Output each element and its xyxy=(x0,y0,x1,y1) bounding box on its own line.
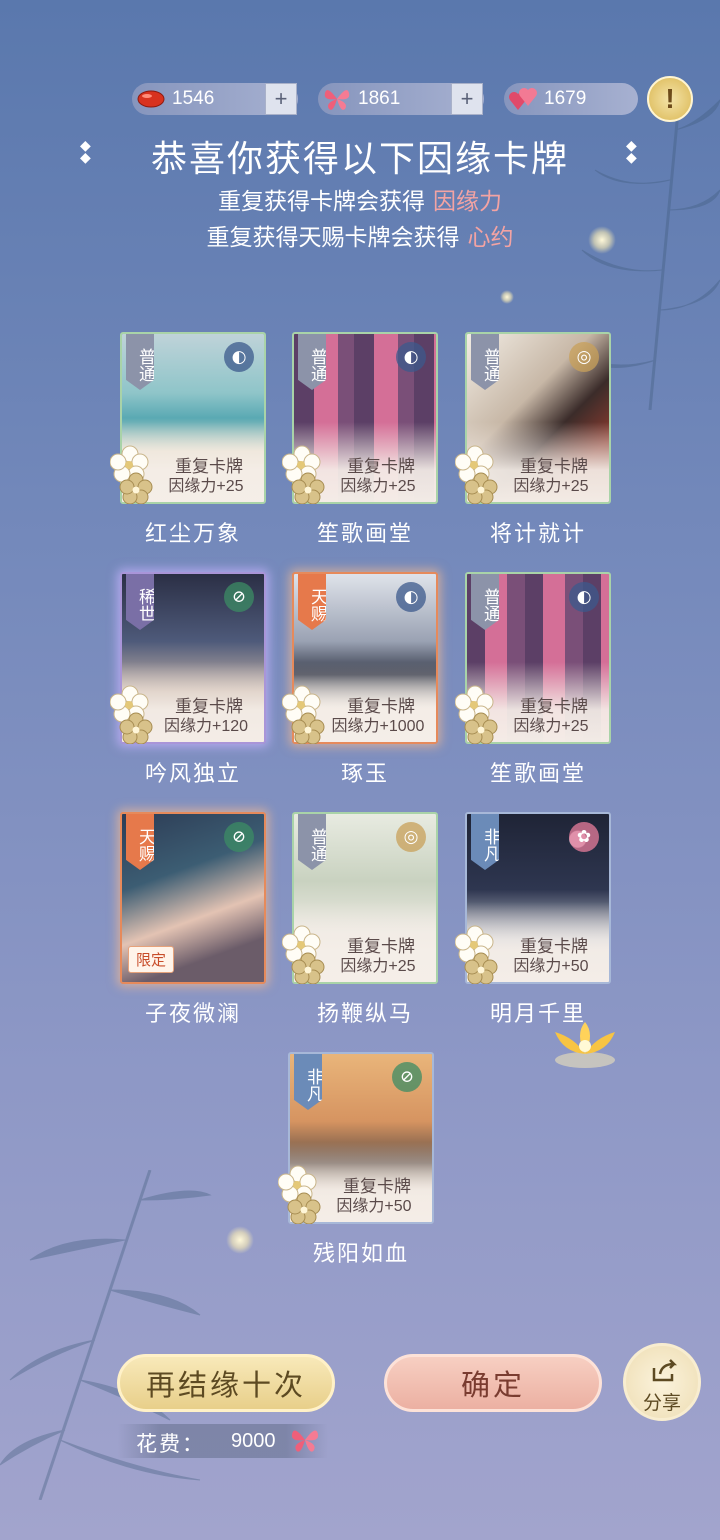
card-name: 笙歌画堂 xyxy=(316,522,413,547)
card-rarity-tag: 普通 xyxy=(298,334,326,390)
card-rarity-tag: 普通 xyxy=(298,814,326,870)
limited-badge: 限定 xyxy=(128,946,175,973)
card-name: 红尘万象 xyxy=(144,522,241,547)
card-rarity-tag: 稀世 xyxy=(126,574,154,630)
currency-butterfly: 1861 + xyxy=(318,83,484,115)
plum-icon: ✿ xyxy=(569,822,599,852)
card-name: 残阳如血 xyxy=(312,1242,409,1267)
flower-icon xyxy=(282,685,325,744)
duplicate-reward: 因缘力+25 xyxy=(168,478,244,495)
card-name: 吟风独立 xyxy=(144,762,241,787)
card-frame: 天赐 ⊘ 限定 xyxy=(120,812,266,984)
share-button[interactable]: 分享 xyxy=(623,1343,701,1421)
share-label: 分享 xyxy=(642,1392,681,1414)
fan-icon: ◐ xyxy=(569,582,599,612)
flower-icon xyxy=(282,925,325,984)
butterfly-icon xyxy=(291,1430,319,1452)
card-item[interactable]: 普通 ◐ 重复卡牌 因缘力+25 笙歌画堂 xyxy=(455,572,611,787)
card-name: 将计就计 xyxy=(489,522,586,547)
add-red-gem-button[interactable]: + xyxy=(265,83,297,115)
coin-icon: ◎ xyxy=(569,342,599,372)
card-item[interactable]: 天赐 ⊘ 限定子夜微澜 xyxy=(120,812,266,1027)
card-rarity-tag: 天赐 xyxy=(298,574,326,630)
subtitle-highlight: 因缘力 xyxy=(433,189,502,215)
card-rarity-tag: 普通 xyxy=(471,334,499,390)
flower-icon xyxy=(455,685,498,744)
flower-icon xyxy=(110,685,153,744)
card-item[interactable]: 天赐 ◐ 重复卡牌 因缘力+1000 琢玉 xyxy=(282,572,438,787)
cost-value: 9000 xyxy=(231,1430,276,1452)
currency-red-gem: 1546 + xyxy=(132,83,298,115)
jade-icon: ⊘ xyxy=(224,822,254,852)
duplicate-reward: 因缘力+50 xyxy=(513,958,589,975)
flower-icon xyxy=(455,925,498,984)
light-sparkle xyxy=(500,290,514,304)
duplicate-reward: 因缘力+25 xyxy=(340,478,416,495)
subtitle-line-1: 重复获得卡牌会获得 因缘力 xyxy=(218,189,502,215)
duplicate-reward: 因缘力+50 xyxy=(336,1198,412,1215)
card-name: 扬鞭纵马 xyxy=(316,1002,413,1027)
flower-icon xyxy=(282,445,325,504)
card-item[interactable]: 普通 ◐ 重复卡牌 因缘力+25 红尘万象 xyxy=(110,332,266,547)
red-gem-icon xyxy=(136,84,166,114)
info-button[interactable]: ! xyxy=(647,76,693,122)
flower-icon xyxy=(455,445,498,504)
share-icon xyxy=(652,1359,678,1382)
subtitle-highlight: 心约 xyxy=(467,225,514,251)
draw-ten-again-button[interactable]: 再结缘十次 xyxy=(117,1354,335,1412)
flower-icon xyxy=(110,445,153,504)
card-rarity-tag: 天赐 xyxy=(126,814,154,870)
jade-icon: ⊘ xyxy=(392,1062,422,1092)
currency-value: 1679 xyxy=(544,88,587,109)
duplicate-reward: 因缘力+120 xyxy=(163,718,249,735)
card-name: 子夜微澜 xyxy=(144,1002,241,1027)
fan-icon: ◐ xyxy=(396,582,426,612)
lotus-lantern-icon xyxy=(555,1022,615,1068)
card-item[interactable]: 非凡 ✿ 重复卡牌 因缘力+50 明月千里 xyxy=(455,812,611,1027)
subtitle-line-2: 重复获得天赐卡牌会获得 心约 xyxy=(206,225,514,251)
cost-label: 花费： xyxy=(136,1432,205,1456)
coin-icon: ◎ xyxy=(396,822,426,852)
draw-cost: 花费： 9000 xyxy=(118,1424,328,1458)
hearts-icon xyxy=(508,84,538,114)
currency-value: 1861 xyxy=(358,88,401,109)
diamond-ornament-right: ◆ ◆ xyxy=(626,138,637,166)
flower-icon xyxy=(278,1165,321,1224)
fan-icon: ◐ xyxy=(396,342,426,372)
jade-icon: ⊘ xyxy=(224,582,254,612)
duplicate-reward: 因缘力+25 xyxy=(340,958,416,975)
fan-icon: ◐ xyxy=(224,342,254,372)
card-name: 琢玉 xyxy=(340,762,389,787)
confirm-button[interactable]: 确定 xyxy=(384,1354,602,1412)
add-butterfly-button[interactable]: + xyxy=(451,83,483,115)
card-rarity-tag: 普通 xyxy=(126,334,154,390)
duplicate-reward: 因缘力+1000 xyxy=(331,718,425,735)
card-rarity-tag: 非凡 xyxy=(294,1054,322,1110)
card-rarity-tag: 普通 xyxy=(471,574,499,630)
currency-hearts: 1679 xyxy=(504,83,638,115)
card-item[interactable]: 非凡 ⊘ 重复卡牌 因缘力+50 残阳如血 xyxy=(278,1052,434,1267)
butterfly-icon xyxy=(322,84,352,114)
card-name: 笙歌画堂 xyxy=(489,762,586,787)
card-item[interactable]: 稀世 ⊘ 重复卡牌 因缘力+120 吟风独立 xyxy=(110,572,266,787)
card-item[interactable]: 普通 ◎ 重复卡牌 因缘力+25 扬鞭纵马 xyxy=(282,812,438,1027)
light-sparkle xyxy=(226,1226,254,1254)
duplicate-reward: 因缘力+25 xyxy=(513,718,589,735)
page-title: 恭喜你获得以下因缘卡牌 xyxy=(150,139,569,180)
currency-value: 1546 xyxy=(172,88,215,109)
duplicate-reward: 因缘力+25 xyxy=(513,478,589,495)
card-rarity-tag: 非凡 xyxy=(471,814,499,870)
card-item[interactable]: 普通 ◎ 重复卡牌 因缘力+25 将计就计 xyxy=(455,332,611,547)
card-item[interactable]: 普通 ◐ 重复卡牌 因缘力+25 笙歌画堂 xyxy=(282,332,438,547)
